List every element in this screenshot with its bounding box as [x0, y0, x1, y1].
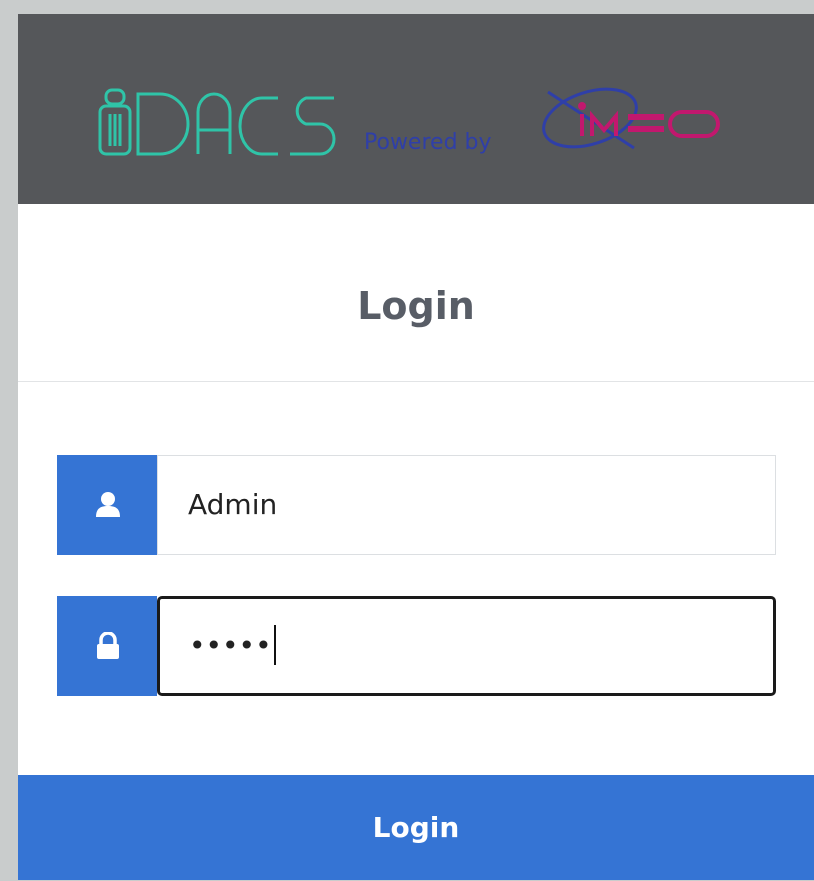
- password-masked-value: •••••: [189, 629, 272, 662]
- text-caret: [273, 625, 276, 665]
- password-input[interactable]: •••••: [157, 596, 776, 696]
- password-icon-box: [57, 596, 157, 696]
- dacs-logo: [98, 88, 336, 156]
- password-field-group: •••••: [57, 596, 776, 696]
- username-field-group: Admin: [57, 455, 776, 555]
- imeo-logo: [542, 87, 720, 150]
- powered-by-label: Powered by: [364, 130, 492, 155]
- user-icon: [96, 492, 120, 517]
- login-button[interactable]: Login: [18, 775, 814, 880]
- title-section: Login: [18, 204, 814, 382]
- username-icon-box: [57, 455, 157, 555]
- username-input[interactable]: Admin: [157, 455, 776, 555]
- login-panel: Powered by Login Admin ••••• Login: [18, 14, 814, 880]
- page-title: Login: [357, 284, 475, 328]
- lock-icon: [97, 632, 119, 659]
- header-bar: Powered by: [18, 14, 814, 204]
